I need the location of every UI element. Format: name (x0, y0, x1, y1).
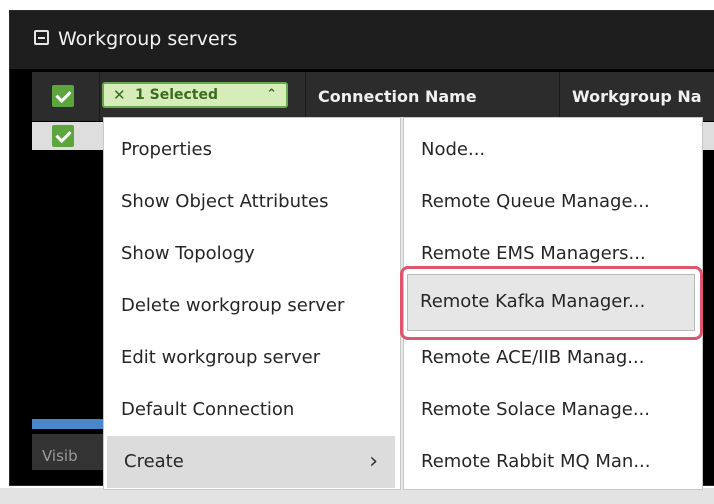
chevron-right-icon: › (369, 449, 378, 474)
footer-text: Visib (42, 447, 78, 465)
menu-item-default-connection[interactable]: Default Connection (104, 384, 400, 436)
selection-chip[interactable]: ✕ 1 Selected ⌃ (102, 82, 288, 108)
close-icon[interactable]: ✕ (113, 84, 126, 106)
highlight-ring (400, 266, 703, 340)
selection-count: 1 Selected (135, 87, 218, 103)
bottom-strip (0, 488, 714, 504)
submenu-item-node[interactable]: Node... (404, 124, 702, 176)
chevron-up-icon[interactable]: ⌃ (266, 84, 277, 106)
menu-item-show-topology[interactable]: Show Topology (104, 228, 400, 280)
column-header-connection-name[interactable]: Connection Name (306, 72, 560, 121)
panel-header: Workgroup servers (10, 11, 714, 69)
select-all-checkbox[interactable] (52, 85, 74, 107)
menu-item-delete-workgroup-server[interactable]: Delete workgroup server (104, 280, 400, 332)
menu-item-create-label: Create (124, 451, 184, 472)
menu-item-show-object-attributes[interactable]: Show Object Attributes (104, 176, 400, 228)
submenu-item-remote-rabbit-mq-manager[interactable]: Remote Rabbit MQ Man... (404, 436, 702, 488)
menu-item-properties[interactable]: Properties (104, 124, 400, 176)
context-menu: Properties Show Object Attributes Show T… (103, 117, 401, 490)
panel-title: Workgroup servers (58, 28, 238, 50)
submenu-item-remote-solace-manager[interactable]: Remote Solace Manage... (404, 384, 702, 436)
submenu-item-remote-queue-manager[interactable]: Remote Queue Manage... (404, 176, 702, 228)
select-all-cell (32, 72, 100, 121)
column-header-label: Workgroup Na (572, 87, 702, 106)
row-checkbox[interactable] (52, 125, 74, 147)
collapse-icon[interactable] (34, 30, 49, 45)
menu-item-edit-workgroup-server[interactable]: Edit workgroup server (104, 332, 400, 384)
menu-item-create[interactable]: Create › (107, 436, 395, 488)
horizontal-scrollbar[interactable] (32, 419, 112, 429)
column-header-label: Connection Name (318, 87, 477, 106)
column-header-workgroup-name[interactable]: Workgroup Na (560, 72, 714, 121)
